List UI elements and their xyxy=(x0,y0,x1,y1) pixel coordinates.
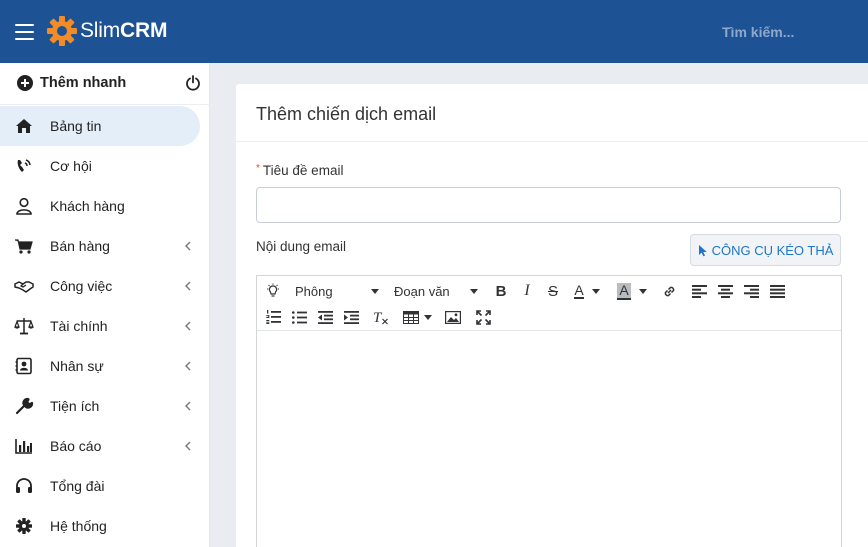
email-campaign-form-card: Thêm chiến dịch email * Tiêu đề email Nội… xyxy=(236,84,868,547)
page-title: Thêm chiến dịch email xyxy=(256,104,437,124)
background-color-icon: A xyxy=(617,281,631,300)
sidebar-item-label: Nhân sự xyxy=(50,358,104,374)
required-mark: * xyxy=(256,163,260,174)
sidebar-item-label: Hệ thống xyxy=(50,518,107,534)
caret-down-icon xyxy=(423,314,432,320)
link-icon[interactable] xyxy=(659,281,679,301)
phone-ringing-icon xyxy=(17,159,31,172)
caret-down-icon xyxy=(638,288,647,294)
handshake-icon xyxy=(14,281,34,293)
text-color-icon: A xyxy=(574,281,584,299)
editor-toolbar: Phông Đoạn văn B I S A A T xyxy=(257,276,841,331)
outdent-icon[interactable] xyxy=(315,307,335,327)
subject-label: * Tiêu đề email xyxy=(256,163,344,178)
align-center-icon[interactable] xyxy=(715,281,735,301)
text-color-button[interactable]: A xyxy=(569,281,605,301)
italic-icon[interactable]: I xyxy=(517,281,537,301)
sidebar-item-tong-dai[interactable]: Tổng đài xyxy=(0,466,210,506)
power-icon[interactable] xyxy=(185,75,201,91)
sidebar-item-bang-tin[interactable]: Bảng tin xyxy=(0,106,200,146)
sidebar-item-label: Bảng tin xyxy=(50,118,102,134)
sidebar-item-label: Tổng đài xyxy=(50,478,105,494)
search-box[interactable]: Tìm kiếm... xyxy=(722,24,794,40)
quick-add-bar: Thêm nhanh xyxy=(0,63,210,105)
chevron-left-icon xyxy=(185,281,191,291)
clear-format-icon[interactable]: T xyxy=(371,307,391,327)
sidebar-item-tien-ich[interactable]: Tiện ích xyxy=(0,386,210,426)
rich-text-editor: Phông Đoạn văn B I S A A T xyxy=(256,275,842,547)
font-dropdown[interactable]: Phông xyxy=(295,281,379,301)
svg-text:T: T xyxy=(373,310,383,325)
sidebar-item-he-thong[interactable]: Hệ thống xyxy=(0,506,210,546)
background-color-button[interactable]: A xyxy=(614,281,650,301)
top-bar: SlimCRM Tìm kiếm... xyxy=(0,0,868,63)
chevron-left-icon xyxy=(185,321,191,331)
caret-down-icon xyxy=(371,288,379,294)
align-left-icon[interactable] xyxy=(689,281,709,301)
sidebar-item-label: Tiện ích xyxy=(50,398,100,414)
align-right-icon[interactable] xyxy=(741,281,761,301)
align-justify-icon[interactable] xyxy=(767,281,787,301)
indent-icon[interactable] xyxy=(341,307,361,327)
logo-gear-icon[interactable] xyxy=(46,15,78,47)
headset-icon xyxy=(16,478,32,493)
sidebar-item-label: Cơ hội xyxy=(50,158,92,174)
insert-table-button[interactable] xyxy=(401,307,433,327)
gear-icon xyxy=(16,518,32,534)
sidebar-item-ban-hang[interactable]: Bán hàng xyxy=(0,226,210,266)
sidebar-item-label: Khách hàng xyxy=(50,198,125,214)
sidebar-item-label: Công việc xyxy=(50,278,113,294)
drag-drop-tool-button[interactable]: CÔNG CỤ KÉO THẢ xyxy=(690,234,841,266)
ordered-list-icon[interactable] xyxy=(263,307,283,327)
email-subject-input[interactable] xyxy=(256,187,841,223)
user-icon xyxy=(16,197,32,215)
sidebar-item-cong-viec[interactable]: Công việc xyxy=(0,266,210,306)
lightbulb-icon[interactable] xyxy=(263,281,283,301)
bullet-list-icon[interactable] xyxy=(289,307,309,327)
chevron-left-icon xyxy=(185,361,191,371)
chevron-left-icon xyxy=(185,441,191,451)
strikethrough-icon[interactable]: S xyxy=(543,281,563,301)
table-icon xyxy=(402,310,419,324)
sidebar-item-tai-chinh[interactable]: Tài chính xyxy=(0,306,210,346)
caret-down-icon xyxy=(470,288,478,294)
caret-down-icon xyxy=(591,288,600,294)
wrench-icon xyxy=(15,397,34,415)
divider xyxy=(236,141,868,142)
hamburger-menu-icon[interactable] xyxy=(15,24,34,40)
brand-logo-text[interactable]: SlimCRM xyxy=(80,19,167,43)
sidebar-item-khach-hang[interactable]: Khách hàng xyxy=(0,186,210,226)
content-label: Nội dung email xyxy=(256,239,347,254)
cart-icon xyxy=(15,239,33,254)
sidebar-item-label: Tài chính xyxy=(50,318,108,334)
cursor-icon xyxy=(698,244,707,256)
sidebar: Thêm nhanh Bảng tin Cơ hội Khách hàng Bá… xyxy=(0,63,210,547)
scale-icon xyxy=(14,318,34,335)
editor-content-area[interactable] xyxy=(257,331,841,547)
contact-card-icon xyxy=(15,357,32,375)
sidebar-item-label: Bán hàng xyxy=(50,238,110,254)
bar-chart-icon xyxy=(15,439,32,454)
plus-circle-icon[interactable] xyxy=(17,75,33,91)
sidebar-item-bao-cao[interactable]: Báo cáo xyxy=(0,426,210,466)
chevron-left-icon xyxy=(185,401,191,411)
insert-image-icon[interactable] xyxy=(443,307,463,327)
fullscreen-icon[interactable] xyxy=(473,307,493,327)
sidebar-item-co-hoi[interactable]: Cơ hội xyxy=(0,146,210,186)
bold-icon[interactable]: B xyxy=(491,281,511,301)
quick-add-label[interactable]: Thêm nhanh xyxy=(40,75,126,91)
paragraph-format-dropdown[interactable]: Đoạn văn xyxy=(394,281,478,301)
chevron-left-icon xyxy=(185,241,191,251)
sidebar-item-label: Báo cáo xyxy=(50,438,102,454)
home-icon xyxy=(16,119,32,133)
sidebar-item-nhan-su[interactable]: Nhân sự xyxy=(0,346,210,386)
